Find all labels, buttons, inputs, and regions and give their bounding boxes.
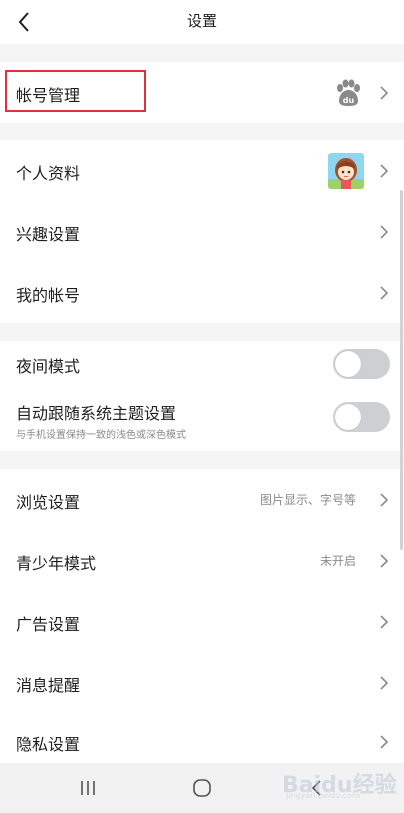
chevron-right-icon [380, 614, 389, 629]
row-label: 青少年模式 [16, 554, 97, 573]
watermark-logo: Baidu经验 jingyan.baidu.com [282, 765, 400, 801]
row-label: 自动跟随系统主题设置 [16, 404, 177, 423]
chevron-right-icon [380, 735, 389, 749]
toggle-knob [335, 404, 361, 430]
night-mode-toggle[interactable] [333, 348, 390, 379]
chevron-right-icon [380, 163, 389, 178]
scrollbar[interactable] [400, 190, 403, 550]
row-label: 消息提醒 [16, 676, 81, 695]
baidu-paw-icon: du [337, 79, 360, 106]
chevron-right-icon [380, 553, 389, 568]
row-label: 帐号管理 [16, 86, 81, 105]
row-sublabel: 与手机设置保持一致的浅色或深色模式 [16, 430, 186, 441]
row-hint: 图片显示、字号等 [259, 493, 356, 507]
row-hint: 未开启 [319, 554, 356, 568]
page-title: 设置 [186, 12, 217, 30]
row-interest-settings[interactable]: 兴趣设置 [0, 201, 404, 262]
row-label: 隐私设置 [16, 735, 81, 754]
row-personal-info[interactable]: 个人资料 [0, 140, 404, 201]
home-icon[interactable] [189, 775, 215, 801]
row-night-mode[interactable]: 夜间模式 [0, 341, 404, 386]
account-group: 帐号管理 du [0, 62, 404, 123]
recent-apps-icon[interactable] [75, 775, 101, 801]
row-account-management[interactable]: 帐号管理 du [0, 62, 404, 123]
row-label: 夜间模式 [16, 357, 81, 376]
row-label: 浏览设置 [16, 493, 81, 512]
chevron-right-icon [380, 492, 389, 507]
row-browse-settings[interactable]: 浏览设置 图片显示、字号等 [0, 469, 404, 530]
watermark-url: jingyan.baidu.com [286, 791, 360, 800]
svg-text:du: du [343, 96, 355, 105]
chevron-right-icon [380, 675, 389, 690]
row-label: 个人资料 [16, 164, 81, 183]
row-follow-system-theme[interactable]: 自动跟随系统主题设置 与手机设置保持一致的浅色或深色模式 [0, 386, 404, 451]
display-group: 夜间模式 自动跟随系统主题设置 与手机设置保持一致的浅色或深色模式 [0, 341, 404, 451]
chevron-right-icon [380, 285, 389, 300]
row-message-reminder[interactable]: 消息提醒 [0, 652, 404, 713]
row-my-account[interactable]: 我的帐号 [0, 262, 404, 323]
toggle-knob [335, 350, 361, 377]
avatar [328, 152, 364, 189]
row-privacy-settings[interactable]: 隐私设置 [0, 713, 404, 763]
row-label: 广告设置 [16, 615, 81, 634]
profile-group: 个人资料 兴趣设置 我的帐号 [0, 140, 404, 323]
row-ad-settings[interactable]: 广告设置 [0, 591, 404, 652]
top-bar: 设置 [0, 0, 404, 44]
settings-page: 设置 帐号管理 du 个人资料 兴趣设置 我的帐号 夜间模式 自动跟随系统主题设… [0, 0, 404, 813]
chevron-right-icon [380, 85, 389, 100]
row-label: 我的帐号 [16, 286, 81, 305]
general-group: 浏览设置 图片显示、字号等 青少年模式 未开启 广告设置 消息提醒 隐私设置 [0, 469, 404, 763]
follow-theme-toggle[interactable] [333, 402, 390, 432]
row-label: 兴趣设置 [16, 225, 81, 244]
chevron-right-icon [380, 224, 389, 239]
row-teen-mode[interactable]: 青少年模式 未开启 [0, 530, 404, 591]
